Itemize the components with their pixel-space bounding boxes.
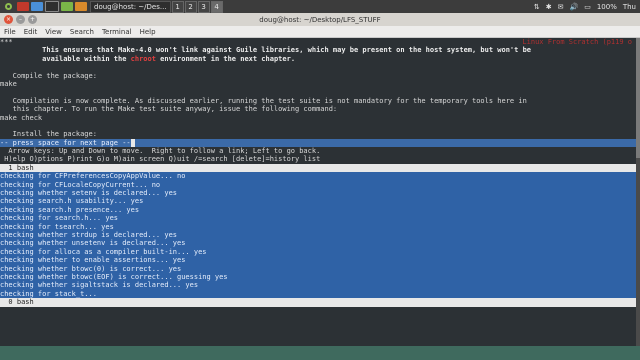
help-line-1: Arrow keys: Up and Down to move. Right t…: [0, 147, 321, 156]
menu-search[interactable]: Search: [70, 28, 94, 36]
doc-line: this chapter. To run the Make test suite…: [0, 105, 338, 114]
tmux-pane-bar-bottom[interactable]: 0 bash: [0, 298, 636, 307]
terminal-window: × – + doug@host: ~/Desktop/LFS_STUFF Fil…: [0, 13, 640, 346]
terminal-content[interactable]: *** Linux From Scratch (p119 o This ensur…: [0, 38, 636, 346]
volume-icon[interactable]: 🔊: [569, 3, 578, 11]
battery-icon[interactable]: ▭: [584, 3, 591, 11]
cursor: [130, 138, 135, 147]
book-header-note: Linux From Scratch (p119 o: [522, 38, 632, 46]
build-output-line: checking whether strdup is declared... y…: [0, 230, 178, 239]
menu-file[interactable]: File: [4, 28, 16, 36]
pager-status-line: -- press space for next page --: [0, 138, 636, 148]
window-title: doug@host: ~/Desktop/LFS_STUFF: [259, 15, 381, 24]
doc-line: Compile the package:: [0, 71, 97, 80]
doc-line: available within the chroot environment …: [0, 54, 296, 63]
menubar: File Edit View Search Terminal Help: [0, 26, 640, 38]
maximize-icon[interactable]: +: [28, 15, 37, 24]
menu-terminal[interactable]: Terminal: [102, 28, 132, 36]
doc-line: make check: [0, 113, 43, 122]
system-tray: ⇅ ✱ ✉ 🔊 ▭ 100% Thu: [534, 3, 640, 11]
help-line-2: H)elp O)ptions P)rint G)o M)ain screen Q…: [0, 155, 321, 164]
browser-launcher-icon[interactable]: [17, 2, 29, 11]
build-output-line: checking search.h usability... yes: [0, 197, 144, 206]
tmux-pane-bar-top[interactable]: 1 bash: [0, 163, 636, 173]
workspace-2[interactable]: 2: [184, 0, 197, 13]
window-titlebar[interactable]: × – + doug@host: ~/Desktop/LFS_STUFF: [0, 13, 640, 26]
taskbar-terminal-task[interactable]: doug@host: ~/Des...: [90, 0, 171, 13]
build-output-line: checking for tsearch... yes: [0, 222, 114, 231]
build-output-line: checking for stack_t...: [0, 289, 97, 298]
build-output-line: checking whether unsetenv is declared...…: [0, 239, 186, 248]
build-output-line: checking for search.h... yes: [0, 214, 119, 223]
email-icon[interactable]: ✉: [558, 3, 564, 11]
editor-launcher-icon[interactable]: [61, 2, 73, 11]
desktop-background: [0, 346, 640, 360]
workspace-4[interactable]: 4: [210, 0, 223, 13]
status-text: -- press space for next page --: [0, 138, 131, 147]
files-launcher-icon[interactable]: [31, 2, 43, 11]
menu-help[interactable]: Help: [140, 28, 156, 36]
terminal-header-line: *** Linux From Scratch (p119 o: [0, 38, 636, 46]
build-output-line: checking whether setenv is declared... y…: [0, 189, 178, 198]
chroot-link[interactable]: chroot: [131, 55, 156, 63]
doc-line: [0, 122, 636, 130]
bluetooth-icon[interactable]: ✱: [546, 3, 552, 11]
menu-view[interactable]: View: [45, 28, 62, 36]
doc-line: Install the package:: [0, 130, 97, 139]
build-output-line: checking whether sigaltstack is declared…: [0, 281, 199, 290]
build-output-line: checking whether btowc(0) is correct... …: [0, 264, 182, 273]
menu-edit[interactable]: Edit: [24, 28, 38, 36]
build-output-line: checking for CFPreferencesCopyAppValue..…: [0, 172, 186, 181]
app-menu-icon[interactable]: [0, 1, 16, 12]
doc-line: [0, 63, 636, 71]
task-label: doug@host: ~/Des...: [94, 2, 167, 11]
build-output-line: checking for CFLocaleCopyCurrent... no: [0, 180, 161, 189]
network-icon[interactable]: ⇅: [534, 3, 540, 11]
close-icon[interactable]: ×: [4, 15, 13, 24]
terminal-launcher-icon[interactable]: [45, 1, 59, 12]
terminal-scrollbar[interactable]: [636, 38, 640, 346]
doc-line: This ensures that Make-4.0 won't link ag…: [0, 46, 532, 55]
workspace-3[interactable]: 3: [197, 0, 210, 13]
mail-launcher-icon[interactable]: [75, 2, 87, 11]
build-output-line: checking for alloca as a compiler built-…: [0, 247, 207, 256]
document-lines: This ensures that Make-4.0 won't link ag…: [0, 46, 636, 138]
scrollbar-thumb[interactable]: [636, 38, 640, 158]
clock[interactable]: Thu: [623, 3, 636, 11]
build-output-line: checking whether btowc(EOF) is correct..…: [0, 272, 228, 281]
battery-level: 100%: [596, 2, 617, 11]
minimize-icon[interactable]: –: [16, 15, 25, 24]
build-output-line: checking search.h presence... yes: [0, 205, 140, 214]
prefix-marker: ***: [0, 38, 13, 46]
build-output-line: checking whether to enable assertions...…: [0, 256, 186, 265]
doc-line: Compilation is now complete. As discusse…: [0, 96, 527, 105]
doc-line: [0, 88, 636, 96]
top-panel: doug@host: ~/Des... 1 2 3 4 ⇅ ✱ ✉ 🔊 ▭ 10…: [0, 0, 640, 13]
doc-line: make: [0, 79, 17, 88]
workspace-1[interactable]: 1: [171, 0, 184, 13]
build-output-pane: checking for CFPreferencesCopyAppValue..…: [0, 172, 636, 299]
